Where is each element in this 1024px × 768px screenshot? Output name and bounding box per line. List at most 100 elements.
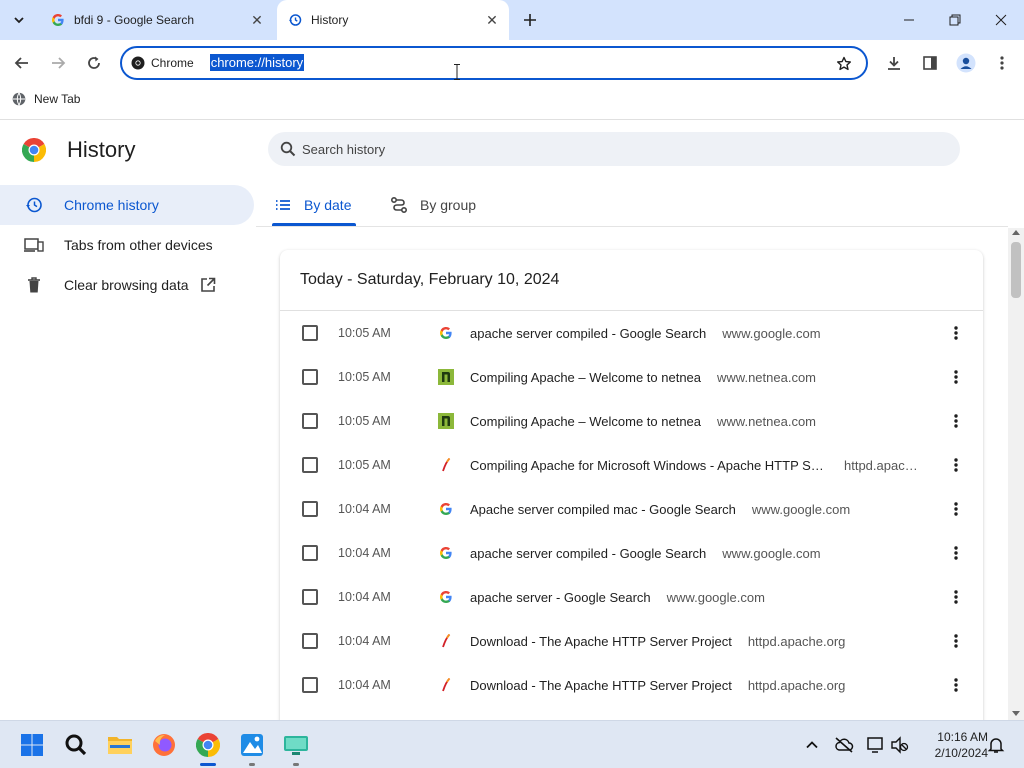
tab-by-group[interactable]: By group bbox=[384, 184, 476, 226]
row-menu-button[interactable] bbox=[947, 676, 965, 694]
row-checkbox[interactable] bbox=[302, 369, 318, 385]
taskbar-app-monitor[interactable] bbox=[282, 731, 310, 766]
google-favicon-icon bbox=[438, 545, 454, 561]
downloads-button[interactable] bbox=[880, 49, 908, 77]
date-header: Today - Saturday, February 10, 2024 bbox=[280, 250, 983, 311]
row-menu-button[interactable] bbox=[947, 456, 965, 474]
restore-icon bbox=[949, 14, 961, 26]
taskbar-file-explorer[interactable] bbox=[106, 731, 134, 759]
row-menu-button[interactable] bbox=[947, 588, 965, 606]
taskbar-clock[interactable]: 10:16 AM 2/10/2024 bbox=[918, 729, 988, 761]
entry-title-link[interactable]: apache server compiled - Google Search bbox=[470, 326, 706, 341]
minimize-button[interactable] bbox=[886, 0, 932, 40]
side-panel-button[interactable] bbox=[916, 49, 944, 77]
history-row[interactable]: 10:05 AM Compiling Apache for Microsoft W… bbox=[280, 443, 983, 487]
address-bar[interactable]: Chrome chrome://history bbox=[120, 46, 868, 80]
entry-domain[interactable]: www.netnea.com bbox=[717, 414, 816, 429]
row-checkbox[interactable] bbox=[302, 325, 318, 341]
row-checkbox[interactable] bbox=[302, 501, 318, 517]
entry-domain[interactable]: httpd.apache.org bbox=[748, 634, 846, 649]
entry-domain[interactable]: httpd.apache.org bbox=[748, 678, 846, 693]
entry-domain[interactable]: www.google.com bbox=[722, 546, 820, 561]
menu-button[interactable] bbox=[988, 49, 1016, 77]
history-row[interactable]: 10:04 AM Download - The Apache HTTP Serve… bbox=[280, 619, 983, 663]
tray-network-button[interactable] bbox=[866, 735, 886, 755]
tray-volume-button[interactable] bbox=[890, 735, 910, 755]
row-menu-button[interactable] bbox=[947, 500, 965, 518]
entry-title-link[interactable]: Compiling Apache – Welcome to netnea bbox=[470, 414, 701, 429]
row-checkbox[interactable] bbox=[302, 589, 318, 605]
entry-title-link[interactable]: apache server compiled - Google Search bbox=[470, 546, 706, 561]
row-menu-button[interactable] bbox=[947, 412, 965, 430]
row-menu-button[interactable] bbox=[947, 632, 965, 650]
reload-button[interactable] bbox=[80, 49, 108, 77]
browser-tab-search[interactable]: bfdi 9 - Google Search ✕ bbox=[40, 0, 274, 40]
taskbar-chrome[interactable] bbox=[194, 731, 222, 766]
history-row[interactable]: 10:04 AM Download - The Apache HTTP Serve… bbox=[280, 663, 983, 707]
row-menu-button[interactable] bbox=[947, 544, 965, 562]
entry-domain[interactable]: httpd.apache.org bbox=[844, 458, 924, 473]
entry-title-link[interactable]: Apache server compiled mac - Google Sear… bbox=[470, 502, 736, 517]
forward-button[interactable] bbox=[44, 49, 72, 77]
entry-domain[interactable]: www.netnea.com bbox=[717, 370, 816, 385]
row-checkbox[interactable] bbox=[302, 677, 318, 693]
entry-domain[interactable]: www.google.com bbox=[722, 326, 820, 341]
close-icon[interactable]: ✕ bbox=[248, 11, 266, 29]
star-icon bbox=[837, 56, 851, 71]
entry-title-link[interactable]: Download - The Apache HTTP Server Projec… bbox=[470, 678, 732, 693]
search-history-box[interactable] bbox=[268, 132, 960, 166]
history-row[interactable]: 10:05 AM Compiling Apache – Welcome to ne… bbox=[280, 399, 983, 443]
entry-domain[interactable]: www.google.com bbox=[667, 590, 765, 605]
taskbar-firefox[interactable] bbox=[150, 731, 178, 759]
sidebar-item-tabs-other-devices[interactable]: Tabs from other devices bbox=[0, 225, 254, 265]
taskbar-search-button[interactable] bbox=[62, 731, 90, 759]
url-field[interactable]: chrome://history bbox=[209, 54, 305, 72]
tab-by-date[interactable]: By date bbox=[268, 184, 356, 226]
new-tab-button[interactable] bbox=[518, 8, 542, 32]
row-checkbox[interactable] bbox=[302, 545, 318, 561]
scroll-down-arrow[interactable] bbox=[1012, 711, 1020, 716]
show-hidden-icons-button[interactable] bbox=[802, 735, 822, 755]
history-row[interactable]: 10:05 AM apache server compiled - Google … bbox=[280, 311, 983, 355]
scrollbar[interactable] bbox=[1008, 228, 1024, 720]
history-row[interactable]: 10:04 AM apache server - Google Search www… bbox=[280, 575, 983, 619]
history-row[interactable]: 10:04 AM apache server compiled - Google … bbox=[280, 531, 983, 575]
entry-title-link[interactable]: Compiling Apache – Welcome to netnea bbox=[470, 370, 701, 385]
row-menu-button[interactable] bbox=[947, 368, 965, 386]
monitor-icon bbox=[284, 736, 308, 755]
tray-cloud-button[interactable] bbox=[834, 735, 854, 755]
chrome-icon bbox=[131, 56, 145, 70]
entry-title-link[interactable]: Download - The Apache HTTP Server Projec… bbox=[470, 634, 732, 649]
browser-tab-history[interactable]: History ✕ bbox=[277, 0, 509, 40]
back-button[interactable] bbox=[8, 49, 36, 77]
tab-search-button[interactable] bbox=[6, 7, 32, 33]
page-title: History bbox=[67, 137, 136, 162]
close-window-button[interactable] bbox=[978, 0, 1024, 40]
sidebar-item-clear-browsing-data[interactable]: Clear browsing data bbox=[0, 265, 254, 305]
bookmark-new-tab[interactable]: New Tab bbox=[12, 92, 80, 106]
arrow-right-icon bbox=[52, 57, 66, 69]
entry-domain[interactable]: www.google.com bbox=[752, 502, 850, 517]
profile-button[interactable] bbox=[952, 49, 980, 77]
history-row[interactable]: 10:04 AM Apache server compiled mac - Goo… bbox=[280, 487, 983, 531]
scroll-thumb[interactable] bbox=[1011, 242, 1021, 298]
row-checkbox[interactable] bbox=[302, 457, 318, 473]
sidebar-item-chrome-history[interactable]: Chrome history bbox=[0, 185, 254, 225]
taskbar-app-paint[interactable] bbox=[238, 731, 266, 766]
entry-title-link[interactable]: apache server - Google Search bbox=[470, 590, 651, 605]
scroll-up-arrow[interactable] bbox=[1012, 230, 1020, 235]
close-icon[interactable]: ✕ bbox=[483, 11, 501, 29]
row-checkbox[interactable] bbox=[302, 633, 318, 649]
row-menu-button[interactable] bbox=[947, 324, 965, 342]
bookmark-star-button[interactable] bbox=[834, 54, 854, 74]
search-input[interactable] bbox=[302, 141, 902, 157]
row-checkbox[interactable] bbox=[302, 413, 318, 429]
restore-button[interactable] bbox=[932, 0, 978, 40]
notifications-button[interactable] bbox=[986, 735, 1006, 755]
taskbar: 10:16 AM 2/10/2024 bbox=[0, 720, 1024, 768]
site-info-chip[interactable]: Chrome bbox=[131, 56, 194, 70]
start-button[interactable] bbox=[18, 731, 46, 759]
entry-title-link[interactable]: Compiling Apache for Microsoft Windows -… bbox=[470, 458, 828, 473]
active-app-indicator bbox=[200, 763, 216, 766]
history-row[interactable]: 10:05 AM Compiling Apache – Welcome to ne… bbox=[280, 355, 983, 399]
